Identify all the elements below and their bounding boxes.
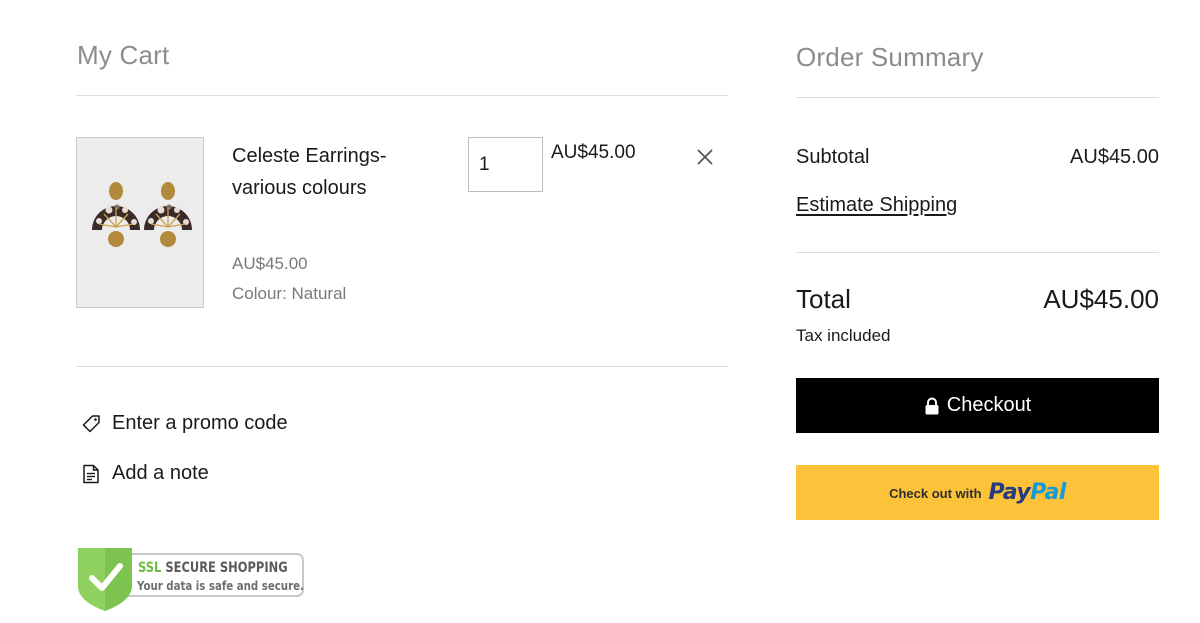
remove-item-button[interactable] (692, 144, 718, 170)
summary-divider (796, 252, 1159, 253)
product-price: AU$45.00 (232, 254, 308, 273)
ssl-secure-badge: SSL SECURE SHOPPING Your data is safe an… (76, 546, 308, 612)
product-image[interactable] (76, 137, 204, 308)
close-icon (697, 149, 713, 165)
lock-icon (924, 397, 940, 415)
total-row: Total AU$45.00 (796, 284, 1159, 315)
summary-divider (796, 97, 1159, 98)
line-total: AU$45.00 (551, 142, 636, 163)
paypal-prefix: Check out with (889, 486, 982, 501)
cart-title: My Cart (77, 40, 170, 70)
checkout-button[interactable]: Checkout (796, 378, 1159, 433)
add-note-link[interactable]: Add a note (80, 462, 209, 485)
tax-note: Tax included (796, 326, 891, 345)
subtotal-value: AU$45.00 (1070, 146, 1159, 168)
shield-check-icon (78, 548, 132, 611)
paypal-checkout-button[interactable]: Check out with PayPal (796, 465, 1159, 520)
earrings-illustration (77, 138, 203, 307)
note-icon (80, 463, 102, 485)
ssl-badge-title: SSL SECURE SHOPPING (138, 560, 288, 576)
product-name[interactable]: Celeste Earrings- various colours (232, 140, 422, 204)
total-value: AU$45.00 (1043, 284, 1159, 314)
quantity-input[interactable] (468, 137, 543, 192)
cart-divider (76, 366, 728, 367)
cart-divider (76, 95, 728, 96)
product-option: Colour: Natural (232, 284, 347, 303)
total-label: Total (796, 284, 851, 314)
subtotal-row: Subtotal AU$45.00 (796, 146, 1159, 169)
ssl-badge-subtitle: Your data is safe and secure. (137, 579, 304, 593)
summary-title: Order Summary (796, 42, 984, 72)
add-note-label: Add a note (112, 462, 209, 484)
checkout-label: Checkout (946, 394, 1032, 416)
promo-code-label: Enter a promo code (112, 412, 288, 434)
subtotal-label: Subtotal (796, 146, 870, 168)
tag-icon (80, 413, 102, 435)
promo-code-link[interactable]: Enter a promo code (80, 412, 288, 435)
paypal-logo: PayPal (988, 480, 1067, 505)
estimate-shipping-link[interactable]: Estimate Shipping (796, 194, 957, 217)
